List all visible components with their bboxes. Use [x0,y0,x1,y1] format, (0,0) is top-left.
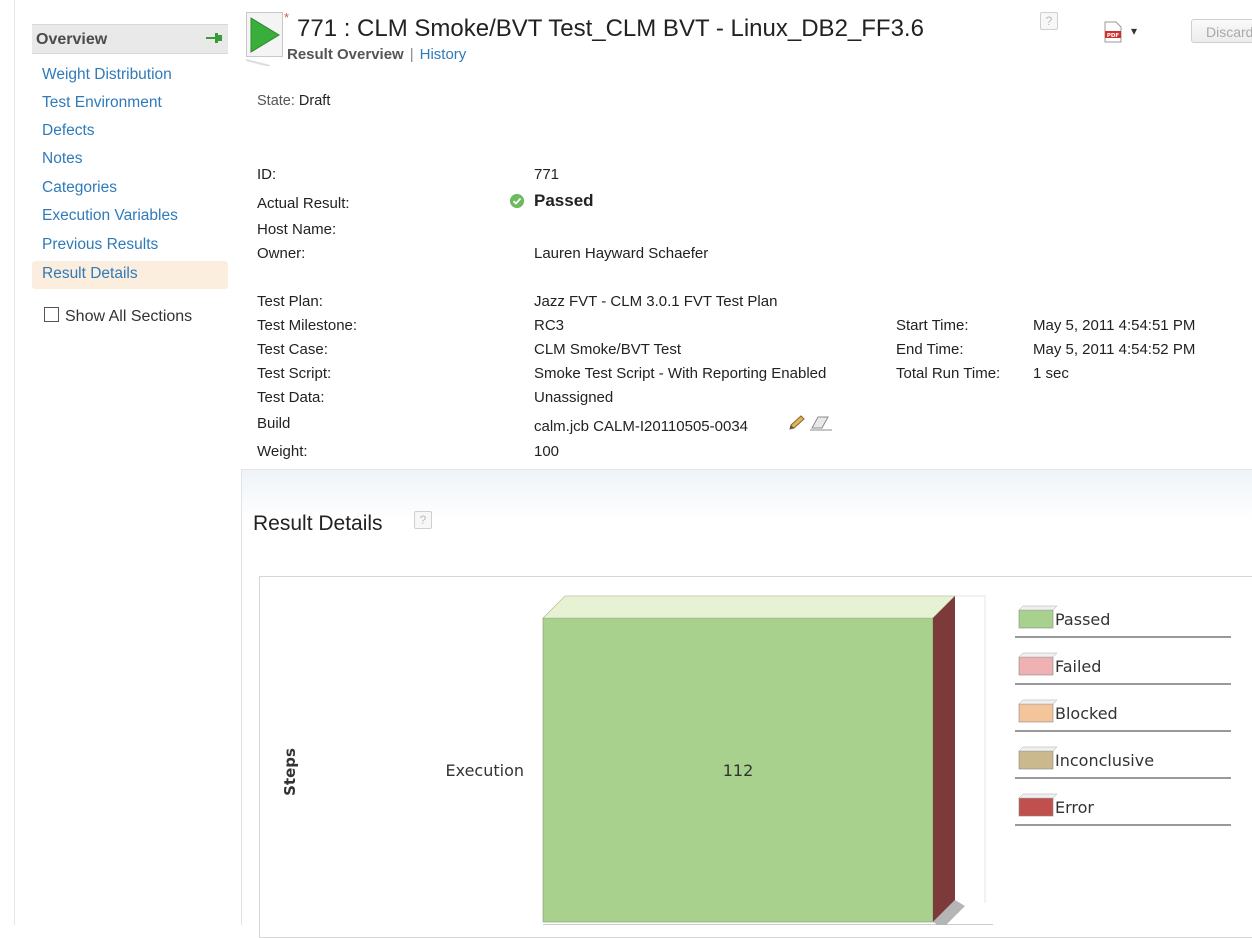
bar-side-passed [933,596,955,922]
section-divider [241,469,242,925]
nav-item-weight-distribution[interactable]: Weight Distribution [42,66,172,84]
result-details-chart: 112 Execution Steps Passed Failed Blocked Inco… [281,595,1231,925]
show-all-sections-label: Show All Sections [65,308,193,325]
legend-label-blocked: Blocked [1055,704,1118,723]
build-link[interactable]: calm.jcb CALM-I20110505-0034 [534,418,748,435]
weight-value[interactable]: 100 [534,443,559,460]
test-script-link[interactable]: Smoke Test Script - With Reporting Enabl… [534,365,826,382]
bar-data-label: 112 [723,761,754,780]
actual-result-value[interactable]: Passed [534,191,594,211]
help-icon[interactable]: ? [414,511,432,529]
pin-icon[interactable] [204,28,224,48]
legend-swatch-passed [1018,609,1054,629]
id-label: ID: [257,166,277,183]
legend-swatch-top [1018,652,1058,658]
legend-swatch-failed [1018,656,1054,676]
legend-swatch-error [1018,797,1054,817]
chevron-down-icon[interactable]: ▾ [1131,24,1137,38]
legend-swatch-top [1018,793,1058,799]
passed-check-icon [510,194,524,208]
actual-result-label: Actual Result: [257,195,350,212]
build-label: Build [257,415,291,432]
test-result-icon [246,12,283,66]
page-title: 771 : CLM Smoke/BVT Test_CLM BVT - Linux… [297,15,924,42]
test-data-label: Test Data: [257,389,325,406]
pdf-icon[interactable]: PDF [1103,21,1123,43]
help-icon[interactable]: ? [1040,12,1058,30]
start-time-value: May 5, 2011 4:54:51 PM [1033,317,1196,334]
test-case-label: Test Case: [257,341,328,358]
total-run-time-value: 1 sec [1033,365,1069,382]
host-name-label: Host Name: [257,221,337,238]
nav-item-test-environment[interactable]: Test Environment [42,94,162,112]
tab-result-overview[interactable]: Result Overview [287,46,404,63]
test-data-value[interactable]: Unassigned [534,389,613,406]
category-label: Execution [445,761,524,780]
legend-swatch-top [1018,746,1058,752]
state-label: State: [257,93,295,109]
unsaved-marker: * [284,10,290,25]
id-value: 771 [534,166,560,183]
bar-top-passed [542,595,956,619]
test-script-label: Test Script: [257,365,332,382]
owner-label: Owner: [257,245,306,262]
tab-separator: | [409,46,414,63]
state-value[interactable]: Draft [299,93,330,109]
discard-button[interactable]: Discard [1191,19,1252,43]
svg-text:PDF: PDF [1107,33,1120,39]
end-time-value: May 5, 2011 4:54:52 PM [1033,341,1196,358]
section-nav: Overview Weight Distribution Test Enviro… [0,0,236,925]
nav-divider [14,0,15,925]
legend-label-passed: Passed [1055,610,1110,629]
nav-header[interactable]: Overview [32,24,228,54]
test-plan-label: Test Plan: [257,293,323,310]
nav-item-defects[interactable]: Defects [42,122,95,140]
show-all-sections-checkbox[interactable]: Show All Sections [44,307,192,326]
result-details-title: Result Details [253,512,383,535]
eraser-icon[interactable] [808,414,834,432]
total-run-time-label: Total Run Time: [896,365,1001,382]
end-time-label: End Time: [896,341,964,358]
tab-history[interactable]: History [420,46,467,63]
start-time-label: Start Time: [896,317,969,334]
test-plan-link[interactable]: Jazz FVT - CLM 3.0.1 FVT Test Plan [534,293,777,310]
nav-item-result-details[interactable]: Result Details [42,265,138,283]
test-case-link[interactable]: CLM Smoke/BVT Test [534,341,681,358]
y-axis-label: Steps [281,748,299,796]
test-milestone-label: Test Milestone: [257,317,358,334]
nav-item-notes[interactable]: Notes [42,150,83,168]
owner-value[interactable]: Lauren Hayward Schaefer [534,245,708,262]
test-milestone-value[interactable]: RC3 [534,317,564,334]
legend-label-inconclusive: Inconclusive [1055,751,1154,770]
legend-label-failed: Failed [1055,657,1101,676]
legend-label-error: Error [1055,798,1094,817]
section-header-band [241,469,1252,520]
nav-item-categories[interactable]: Categories [42,179,117,197]
legend-swatch-inconclusive [1018,750,1054,770]
pencil-icon[interactable] [787,414,807,432]
nav-header-label: Overview [36,31,108,48]
sub-tabs: Result Overview | History [287,46,466,63]
nav-item-previous-results[interactable]: Previous Results [42,236,158,254]
legend-swatch-blocked [1018,703,1054,723]
legend-swatch-top [1018,699,1058,705]
weight-label: Weight: [257,443,308,460]
nav-item-execution-variables[interactable]: Execution Variables [42,207,178,225]
state-field: State: Draft [257,93,330,109]
legend-swatch-top [1018,605,1058,611]
checkbox-icon[interactable] [44,307,59,322]
